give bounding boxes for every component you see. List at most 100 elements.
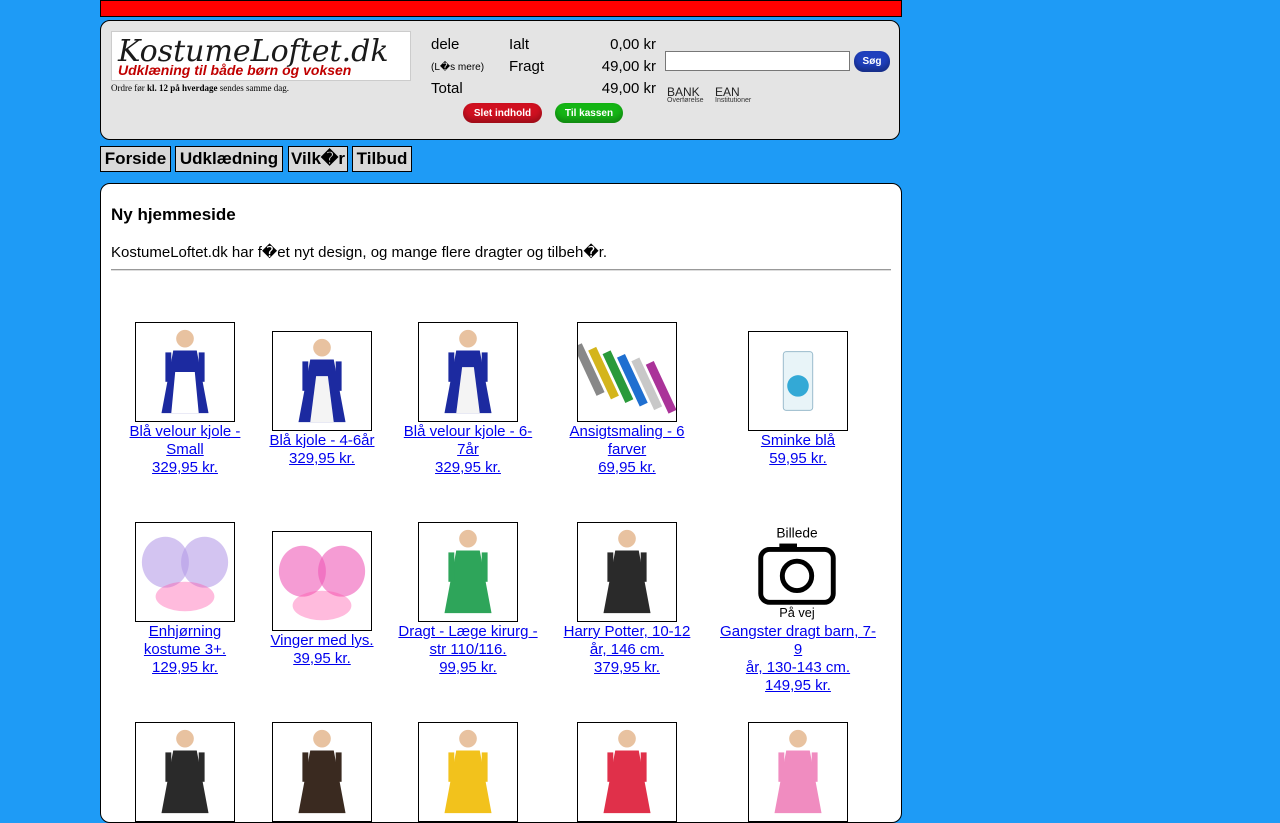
product-name-line1: Harry Potter, 10-12 — [563, 623, 691, 640]
total-value: 49,00 kr — [601, 80, 656, 97]
chick-costume-icon — [444, 729, 492, 814]
product-image[interactable] — [418, 722, 518, 822]
product-price: 59,95 kr. — [769, 450, 827, 467]
logo-subtitle: Udklæning til både børn og voksen — [118, 62, 352, 78]
product-image[interactable] — [272, 331, 372, 431]
product-image[interactable] — [577, 322, 677, 422]
product-price: 69,95 kr. — [598, 459, 656, 476]
product-name-line1: Blå velour kjole - — [129, 423, 241, 440]
cart-subtotal-value: 0,00 kr — [610, 36, 656, 53]
product-image[interactable] — [577, 522, 677, 622]
product-image[interactable] — [135, 522, 235, 622]
product-name-line1: Blå velour kjole - 6- — [403, 423, 533, 440]
bank-sub: Overførelse — [667, 97, 704, 104]
product-name-line2: 7år — [457, 441, 479, 458]
main-content: Ny hjemmeside KostumeLoftet.dk har f�et … — [100, 183, 902, 823]
product-link[interactable]: Blå velour kjole - Small 329,95 kr. — [105, 423, 265, 477]
order-note-post: sendes samme dag. — [217, 83, 289, 93]
product-name-line2: år, 130-143 cm. — [745, 659, 851, 676]
product-image[interactable] — [418, 322, 518, 422]
nav-udklaedning[interactable]: Udklædning — [175, 146, 283, 172]
pink-wings-icon — [278, 545, 366, 621]
search-input[interactable] — [665, 51, 850, 71]
order-note-pre: Ordre før — [111, 83, 147, 93]
product-link[interactable]: Vinger med lys. 39,95 kr. — [242, 632, 402, 668]
product-name-line1: Blå kjole - 4-6år — [269, 432, 375, 449]
product-link[interactable]: Blå kjole - 4-6år 329,95 kr. — [242, 432, 402, 468]
product-link[interactable]: Harry Potter, 10-12 år, 146 cm. 379,95 kr. — [547, 623, 707, 677]
glitter-tubes-icon — [578, 343, 676, 414]
product-image[interactable] — [418, 522, 518, 622]
wizard-robe-icon — [161, 729, 209, 814]
product-image[interactable] — [577, 722, 677, 822]
product-name-line2: farver — [607, 441, 647, 458]
product-image[interactable] — [272, 531, 372, 631]
product-image[interactable] — [748, 331, 848, 431]
product-link[interactable]: Ansigtsmaling - 6 farver 69,95 kr. — [547, 423, 707, 477]
cart-row-parts: dele Ialt 0,00 kr — [431, 36, 656, 58]
product-link[interactable]: Enhjørning kostume 3+. 129,95 kr. — [105, 623, 265, 677]
blue-dress-icon — [444, 329, 492, 414]
shipping-value: 49,00 kr — [601, 58, 656, 75]
makeup-pack-icon — [782, 351, 814, 411]
svg-text:Billede: Billede — [776, 526, 818, 541]
wizard-robe-icon — [603, 529, 651, 614]
product-name-line2: år, 146 cm. — [589, 641, 665, 658]
product-price: 99,95 kr. — [439, 659, 497, 676]
nav-tilbud[interactable]: Tilbud — [352, 146, 412, 172]
product-link[interactable]: Sminke blå 59,95 kr. — [718, 432, 878, 468]
read-more-link[interactable]: (L�s mere) — [431, 62, 484, 73]
product-image[interactable] — [135, 722, 235, 822]
product-name-line2: Small — [166, 441, 204, 458]
top-red-bar — [100, 0, 902, 17]
product-price: 329,95 kr. — [152, 459, 218, 476]
surgeon-costume-icon — [444, 529, 492, 614]
clear-cart-button[interactable]: Slet indhold — [463, 103, 542, 123]
ean-badge: EAN Institutioner — [715, 85, 751, 104]
camera-placeholder-icon: Billede På vej — [758, 526, 836, 620]
nav-vilkaar[interactable]: Vilk�r — [288, 146, 348, 172]
cart-parts-label: dele — [431, 36, 460, 53]
cart-row-shipping: (L�s mere) Fragt 49,00 kr — [431, 58, 656, 80]
product-image[interactable]: Billede På vej — [748, 522, 848, 622]
product-link[interactable]: Blå velour kjole - 6- 7år 329,95 kr. — [388, 423, 548, 477]
page-title: Ny hjemmeside — [111, 205, 236, 224]
product-price: 129,95 kr. — [152, 659, 218, 676]
order-note: Ordre før kl. 12 på hverdage sendes samm… — [111, 83, 289, 93]
product-image[interactable] — [135, 322, 235, 422]
product-name-line1: Dragt - Læge kirurg - — [398, 623, 538, 640]
svg-text:På vej: På vej — [779, 605, 814, 620]
product-price: 329,95 kr. — [435, 459, 501, 476]
product-price: 149,95 kr. — [765, 677, 831, 694]
divider — [111, 269, 891, 271]
unicorn-wings-icon — [141, 536, 229, 612]
intro-text: KostumeLoftet.dk har f�et nyt design, og… — [111, 244, 608, 261]
cart-row-total: Total 49,00 kr — [431, 80, 656, 102]
product-image[interactable] — [272, 722, 372, 822]
monkey-costume-icon — [298, 729, 346, 814]
product-name-line1: Sminke blå — [760, 432, 836, 449]
total-label: Total — [431, 80, 463, 97]
product-link[interactable]: Dragt - Læge kirurg - str 110/116. 99,95 k… — [388, 623, 548, 677]
checkout-button[interactable]: Til kassen — [555, 103, 623, 123]
blue-dress-icon — [298, 338, 346, 423]
product-link[interactable]: Gangster dragt barn, 7-9 år, 130-143 cm. 1… — [718, 623, 878, 695]
header-box: KostumeLoftet.dk Udklæning til både børn… — [100, 20, 900, 140]
product-price: 379,95 kr. — [594, 659, 660, 676]
search-button[interactable]: Søg — [854, 51, 890, 72]
product-image[interactable] — [748, 722, 848, 822]
bank-transfer-badge: BANK Overførelse — [667, 85, 704, 104]
product-name-line1: Ansigtsmaling - 6 — [569, 423, 685, 440]
order-note-bold: kl. 12 på hverdage — [146, 83, 218, 93]
product-price: 329,95 kr. — [289, 450, 355, 467]
product-name-line1: Enhjørning — [148, 623, 222, 640]
pink-dress-icon — [774, 729, 822, 814]
site-logo[interactable]: KostumeLoftet.dk Udklæning til både børn… — [111, 31, 411, 81]
product-price: 39,95 kr. — [293, 650, 351, 667]
product-name-line1: Vinger med lys. — [270, 632, 374, 649]
nav-forside[interactable]: Forside — [100, 146, 171, 172]
shipping-label: Fragt — [509, 58, 545, 75]
pig-costume-icon — [603, 729, 651, 814]
product-name-line2: kostume 3+. — [143, 641, 227, 658]
cart-total-label: Ialt — [509, 36, 530, 53]
